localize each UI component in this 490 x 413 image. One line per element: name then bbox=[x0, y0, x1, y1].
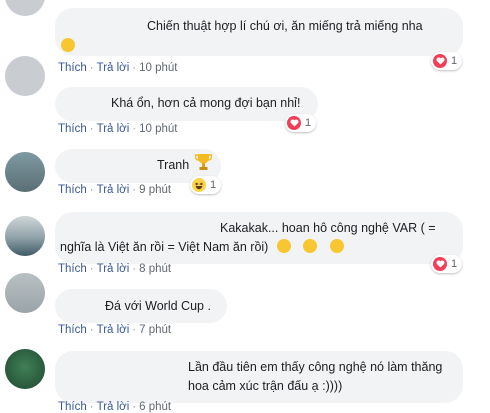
comment-text: Kakakak... hoan hô công nghệ VAR ( = bbox=[220, 221, 436, 235]
comment-text: Tranh bbox=[157, 158, 190, 172]
like-link[interactable]: Thích bbox=[58, 62, 87, 74]
comment-bubble: Khá ổn, hơn cả mong đợi bạn nhỉ! bbox=[55, 87, 318, 121]
smile-emoji-icon bbox=[329, 239, 344, 253]
comment-text: Lần đầu tiên em thấy công nghệ nó làm th… bbox=[188, 360, 443, 374]
timestamp[interactable]: 10 phút bbox=[139, 123, 177, 135]
comment-4: Kakakak... hoan hô công nghệ VAR ( = ngh… bbox=[0, 204, 490, 284]
comment-1: Chiến thuật hợp lí chú ơi, ăn miếng trả … bbox=[0, 0, 490, 80]
reply-link[interactable]: Trả lời bbox=[97, 324, 130, 336]
timestamp[interactable]: 8 phút bbox=[139, 263, 171, 275]
comment-actions: Thích · Trả lời · 8 phút bbox=[58, 263, 172, 275]
reply-link[interactable]: Trả lời bbox=[97, 184, 130, 196]
timestamp[interactable]: 9 phút bbox=[139, 184, 171, 196]
smile-emoji-icon bbox=[276, 239, 291, 253]
timestamp[interactable]: 7 phút bbox=[139, 324, 171, 336]
timestamp[interactable]: 6 phút bbox=[139, 401, 171, 413]
heart-icon bbox=[433, 54, 447, 68]
avatar[interactable] bbox=[5, 56, 45, 96]
avatar[interactable] bbox=[5, 0, 45, 16]
comment-6: Lần đầu tiên em thấy công nghệ nó làm th… bbox=[0, 344, 490, 413]
comment-text: Đá với World Cup . bbox=[105, 299, 211, 313]
reply-link[interactable]: Trả lời bbox=[97, 62, 130, 74]
trophy-icon bbox=[194, 153, 213, 177]
comment-3: Tranh 1 Thích · Trả lời · 9 phút bbox=[0, 140, 490, 204]
comment-bubble: Kakakak... hoan hô công nghệ VAR ( = ngh… bbox=[55, 212, 463, 264]
avatar[interactable] bbox=[5, 216, 45, 256]
like-link[interactable]: Thích bbox=[58, 123, 87, 135]
reaction-count[interactable]: 1 bbox=[285, 114, 317, 132]
like-link[interactable]: Thích bbox=[58, 401, 87, 413]
heart-icon bbox=[433, 257, 447, 271]
comment-bubble: Lần đầu tiên em thấy công nghệ nó làm th… bbox=[55, 351, 463, 403]
comment-actions: Thích · Trả lời · 6 phút bbox=[58, 401, 172, 413]
like-link[interactable]: Thích bbox=[58, 324, 87, 336]
timestamp[interactable]: 10 phút bbox=[139, 62, 177, 74]
reply-link[interactable]: Trả lời bbox=[97, 401, 130, 413]
reply-link[interactable]: Trả lời bbox=[97, 263, 130, 275]
reaction-count[interactable]: 1 bbox=[431, 255, 463, 273]
comment-text: Chiến thuật hợp lí chú ơi, ăn miếng trả … bbox=[147, 19, 423, 33]
comment-actions: Thích · Trả lời · 7 phút bbox=[58, 324, 172, 336]
comment-text: nghĩa là Việt ăn rồi = Việt Nam ăn rồi) bbox=[60, 238, 347, 257]
avatar[interactable] bbox=[5, 152, 45, 192]
reply-link[interactable]: Trả lời bbox=[97, 123, 130, 135]
comment-text: Khá ổn, hơn cả mong đợi bạn nhỉ! bbox=[111, 96, 301, 110]
smile-emoji-icon bbox=[61, 38, 75, 52]
like-link[interactable]: Thích bbox=[58, 263, 87, 275]
like-link[interactable]: Thích bbox=[58, 184, 87, 196]
comment-bubble: Chiến thuật hợp lí chú ơi, ăn miếng trả … bbox=[55, 8, 463, 56]
reaction-count[interactable]: 1 bbox=[431, 52, 463, 70]
smile-emoji-icon bbox=[303, 239, 318, 253]
heart-icon bbox=[287, 116, 301, 130]
avatar[interactable] bbox=[5, 349, 45, 389]
haha-icon bbox=[192, 178, 206, 192]
comment-actions: Thích · Trả lời · 10 phút bbox=[58, 62, 178, 74]
comment-2: Khá ổn, hơn cả mong đợi bạn nhỉ! 1 Thích… bbox=[0, 56, 490, 140]
avatar[interactable] bbox=[5, 273, 45, 313]
comment-5: Đá với World Cup . Thích · Trả lời · 7 phút bbox=[0, 273, 490, 344]
comment-bubble: Đá với World Cup . bbox=[55, 289, 227, 323]
comment-actions: Thích · Trả lời · 10 phút bbox=[58, 123, 178, 135]
comment-text: hoa cảm xúc trận đấu ạ :)))) bbox=[188, 379, 343, 393]
comment-actions: Thích · Trả lời · 9 phút bbox=[58, 184, 172, 196]
reaction-count[interactable]: 1 bbox=[190, 176, 222, 194]
